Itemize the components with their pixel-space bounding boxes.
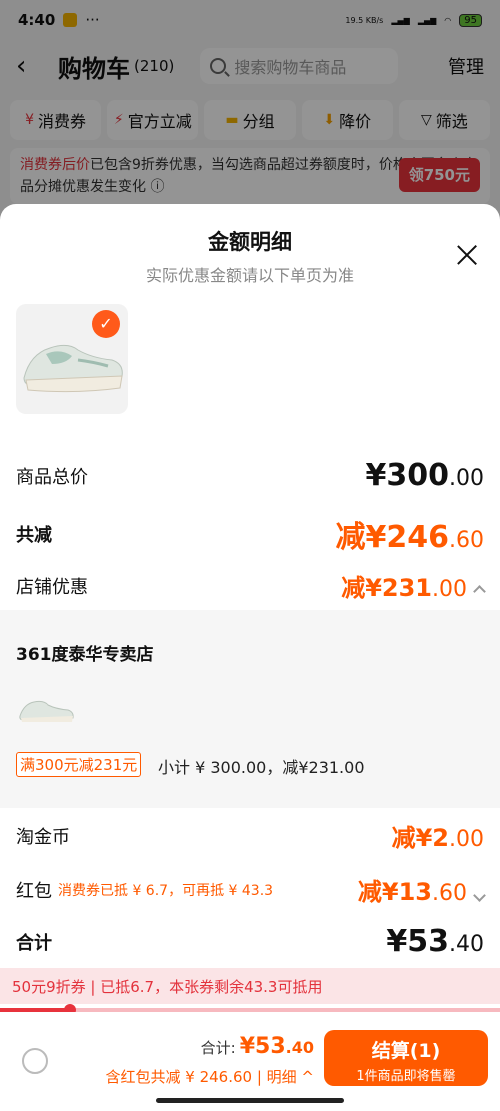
- red-packet-int: 减¥13: [357, 878, 432, 906]
- sum-int: ¥53: [386, 924, 449, 959]
- row-total-reduction: 共减 减¥246.60: [16, 512, 484, 556]
- taojinbi-dec: .00: [449, 827, 484, 852]
- checkout-label: 结算(1): [371, 1040, 441, 1062]
- checkout-bar: 合计: ¥53 .40 含红包共减 ¥ 246.60 | 明细 ^ 结算(1) …: [0, 1012, 500, 1111]
- close-icon[interactable]: [456, 244, 478, 266]
- bottom-total: 合计: ¥53 .40: [201, 1034, 314, 1059]
- selected-check-icon[interactable]: ✓: [92, 310, 120, 338]
- shop-subtotal: 小计 ¥ 300.00，减¥231.00: [158, 758, 365, 777]
- red-packet-dec: .60: [432, 881, 467, 906]
- shop-name: 361度泰华专卖店: [16, 645, 154, 665]
- taojinbi-label: 淘金币: [16, 826, 70, 848]
- bottom-total-label: 合计:: [200, 1039, 236, 1057]
- taojinbi-int: 减¥2: [391, 824, 449, 852]
- shop-discount-dec: .00: [432, 577, 467, 602]
- red-packet-label: 红包: [16, 880, 52, 902]
- row-shop-discount[interactable]: 店铺优惠 减¥231.00: [16, 568, 486, 603]
- reduction-dec: .60: [449, 528, 484, 553]
- sum-label: 合计: [16, 932, 52, 954]
- row-taojinbi: 淘金币 减¥2.00: [16, 818, 484, 853]
- coupon-bar: 50元9折券 | 已抵6.7，本张券剩余43.3可抵用: [0, 968, 500, 1004]
- bottom-total-dec: .40: [285, 1038, 314, 1057]
- total-price-dec: .00: [449, 466, 484, 491]
- reduction-label: 共减: [16, 525, 52, 546]
- sneaker-small-image: [19, 700, 74, 722]
- chevron-up-icon: [473, 585, 486, 598]
- mini-product-image: [16, 692, 76, 728]
- checkout-sub: 1件商品即将售罄: [356, 1069, 456, 1084]
- chevron-down-icon: [473, 889, 486, 902]
- sum-dec: .40: [449, 932, 484, 957]
- bottom-total-int: ¥53: [239, 1034, 286, 1059]
- total-price-label: 商品总价: [16, 466, 88, 488]
- total-price-int: ¥300: [365, 458, 450, 493]
- red-packet-note: 消费券已抵 ¥ 6.7，可再抵 ¥ 43.3: [58, 882, 274, 899]
- checkout-button[interactable]: 结算(1) 1件商品即将售罄: [324, 1030, 488, 1086]
- select-all-radio[interactable]: [22, 1048, 48, 1074]
- bottom-discount-detail[interactable]: 含红包共减 ¥ 246.60 | 明细 ^: [106, 1066, 315, 1087]
- promo-tag: 满300元减231元: [16, 752, 142, 777]
- reduction-int: 减¥246: [335, 520, 450, 555]
- shop-discount-label: 店铺优惠: [16, 576, 88, 598]
- row-sum: 合计 ¥53.40: [16, 924, 484, 959]
- home-indicator[interactable]: [156, 1098, 344, 1103]
- row-total-price: 商品总价 ¥300.00: [16, 458, 484, 493]
- sheet-title: 金额明细: [208, 230, 292, 254]
- sheet-subtitle: 实际优惠金额请以下单页为准: [145, 266, 354, 285]
- row-red-packet[interactable]: 红包 消费券已抵 ¥ 6.7，可再抵 ¥ 43.3 减¥13.60: [16, 872, 486, 907]
- shop-discount-int: 减¥231: [341, 574, 432, 602]
- amount-detail-sheet: 金额明细 实际优惠金额请以下单页为准 ✓ 商品总价 ¥300.00 共减 减¥2…: [0, 204, 500, 1111]
